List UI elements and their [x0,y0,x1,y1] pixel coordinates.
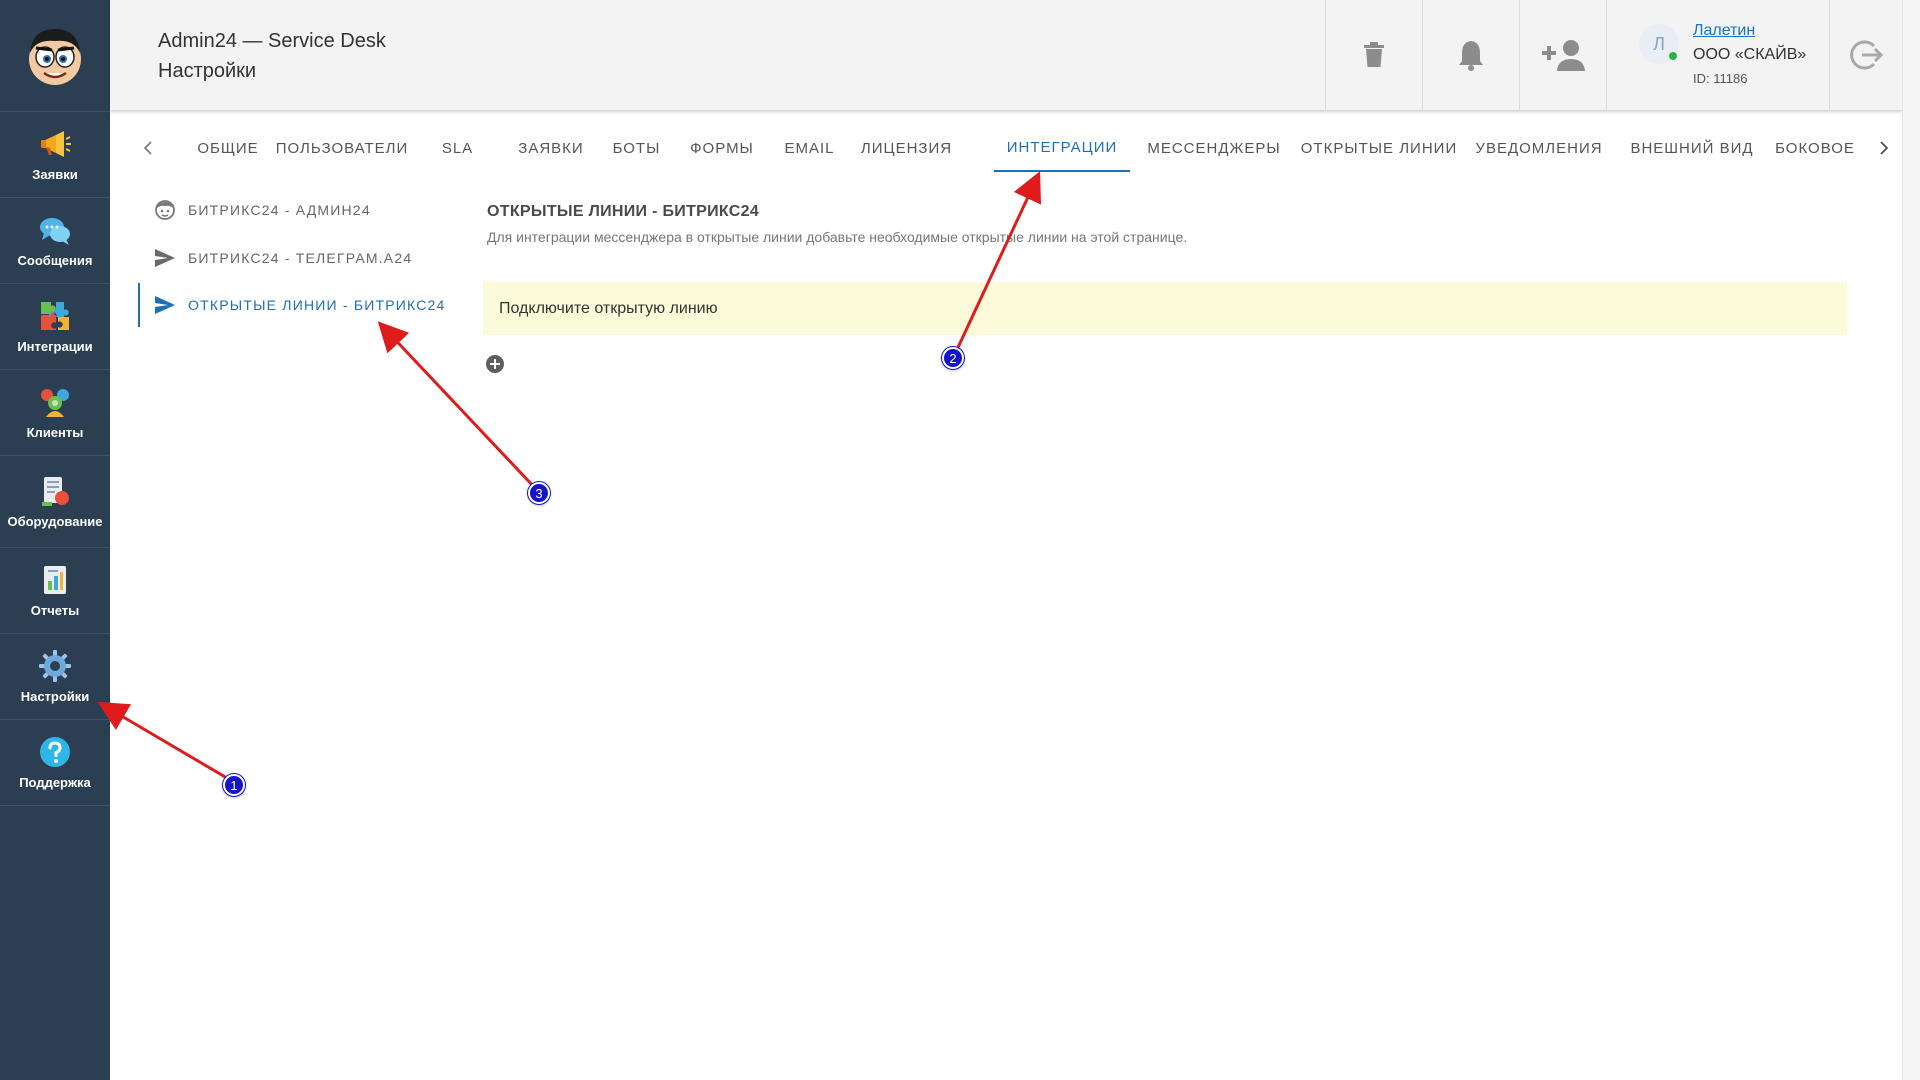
add-user-button[interactable] [1519,0,1606,110]
logout-button[interactable] [1829,0,1902,110]
add-open-line-button[interactable] [485,354,505,374]
annotation-badge-3: 3 [528,482,550,504]
tab-general[interactable]: ОБЩИЕ [182,124,274,172]
tab-email[interactable]: EMAIL [768,124,851,172]
report-icon [44,566,66,594]
chevron-left-icon [143,141,152,155]
sidebar-item-label: Отчеты [30,603,80,618]
tab-open-lines[interactable]: ОТКРЫТЫЕ ЛИНИИ [1298,124,1460,172]
page-title: Настройки [158,60,257,82]
tab-bots[interactable]: БОТЫ [597,124,676,172]
tab-tickets[interactable]: ЗАЯВКИ [505,124,597,172]
alert-text: Подключите открытую линию [499,299,718,317]
user-name-link[interactable]: Лалетин [1693,22,1755,40]
annotation-arrow-1 [97,701,233,783]
subnav-label: БИТРИКС24 - ТЕЛЕГРАМ.А24 [188,250,413,266]
sidebar-item-tickets[interactable]: Заявки [0,112,110,198]
logout-icon [1850,40,1884,70]
send-icon [155,249,175,267]
sidebar-item-label: Заявки [32,167,78,182]
sidebar-item-label: Поддержка [19,775,91,790]
app-logo[interactable] [0,0,110,112]
online-status-dot [1669,52,1677,60]
equipment-icon [42,477,69,506]
tab-users[interactable]: ПОЛЬЗОВАТЕЛИ [274,124,410,172]
chevron-right-icon [1880,141,1889,155]
trash-icon [1364,42,1384,67]
sidebar: Заявки Сообщения Интеграции Клиенты Обор… [0,0,110,1080]
tabs-scroll-left-button[interactable] [128,124,168,172]
tab-messengers[interactable]: МЕССЕНДЖЕРЫ [1130,124,1298,172]
subnav-bitrix24-admin24[interactable]: БИТРИКС24 - АДМИН24 [138,188,458,232]
sidebar-item-label: Сообщения [17,253,93,268]
section-description: Для интеграции мессенджера в открытые ли… [487,229,1188,245]
settings-tabs: ОБЩИЕ ПОЛЬЗОВАТЕЛИ SLA ЗАЯВКИ БОТЫ ФОРМЫ… [110,124,1902,172]
sidebar-item-messages[interactable]: Сообщения [0,198,110,284]
sidebar-item-label: Оборудование [7,514,103,529]
tab-appearance[interactable]: ВНЕШНИЙ ВИД [1618,124,1766,172]
sidebar-item-reports[interactable]: Отчеты [0,548,110,634]
tab-integrations[interactable]: ИНТЕГРАЦИИ [994,124,1130,172]
clients-icon [41,389,69,417]
puzzle-icon [41,302,69,330]
trash-button[interactable] [1325,0,1422,110]
sidebar-item-support[interactable]: Поддержка [0,720,110,806]
sidebar-item-equipment[interactable]: Оборудование [0,456,110,548]
cartoon-face-logo-icon [29,28,81,85]
section-title: ОТКРЫТЫЕ ЛИНИИ - БИТРИКС24 [487,203,760,220]
sidebar-item-clients[interactable]: Клиенты [0,370,110,456]
help-icon [40,737,70,767]
top-header: Admin24 — Service Desk Настройки Л Лалет… [110,0,1902,110]
header-actions: Л Лалетин ООО «СКАЙВ» ID: 11186 [1325,0,1902,110]
tab-sidebar[interactable]: БОКОВОЕ [1766,124,1864,172]
face-icon [155,200,175,220]
user-id: ID: 11186 [1693,71,1748,86]
subnav-open-lines-bitrix24[interactable]: ОТКРЫТЫЕ ЛИНИИ - БИТРИКС24 [138,283,458,327]
subnav-label: ОТКРЫТЫЕ ЛИНИИ - БИТРИКС24 [188,297,446,313]
header-titles: Admin24 — Service Desk Настройки [158,26,386,86]
tabs-scroll-right-button[interactable] [1864,124,1904,172]
sidebar-item-label: Интеграции [17,339,93,354]
user-company: ООО «СКАЙВ» [1693,46,1807,63]
annotation-badge-2: 2 [942,347,964,369]
user-profile: Л Лалетин ООО «СКАЙВ» ID: 11186 [1606,0,1829,110]
tab-forms[interactable]: ФОРМЫ [676,124,768,172]
tab-sla[interactable]: SLA [410,124,505,172]
plus-circle-icon [486,355,504,373]
subnav-label: БИТРИКС24 - АДМИН24 [188,202,371,218]
sidebar-item-label: Настройки [20,689,90,704]
tab-notifications[interactable]: УВЕДОМЛЕНИЯ [1460,124,1618,172]
annotation-arrow-3 [377,321,538,491]
megaphone-icon [41,131,71,157]
connect-open-line-alert: Подключите открытую линию [483,282,1847,335]
subnav-bitrix24-telegram[interactable]: БИТРИКС24 - ТЕЛЕГРАМ.А24 [138,236,458,280]
send-icon [155,296,175,314]
notifications-button[interactable] [1422,0,1519,110]
sidebar-item-label: Клиенты [26,425,84,440]
add-user-icon [1542,40,1585,71]
sidebar-item-integrations[interactable]: Интеграции [0,284,110,370]
gear-icon [39,650,71,682]
app-title: Admin24 — Service Desk [158,30,386,52]
sidebar-item-settings[interactable]: Настройки [0,634,110,720]
tab-license[interactable]: ЛИЦЕНЗИЯ [851,124,962,172]
bell-icon [1459,41,1483,71]
annotation-badge-1: 1 [223,774,245,796]
chat-bubbles-icon [40,218,70,245]
page-scrollbar[interactable] [1902,0,1920,1080]
